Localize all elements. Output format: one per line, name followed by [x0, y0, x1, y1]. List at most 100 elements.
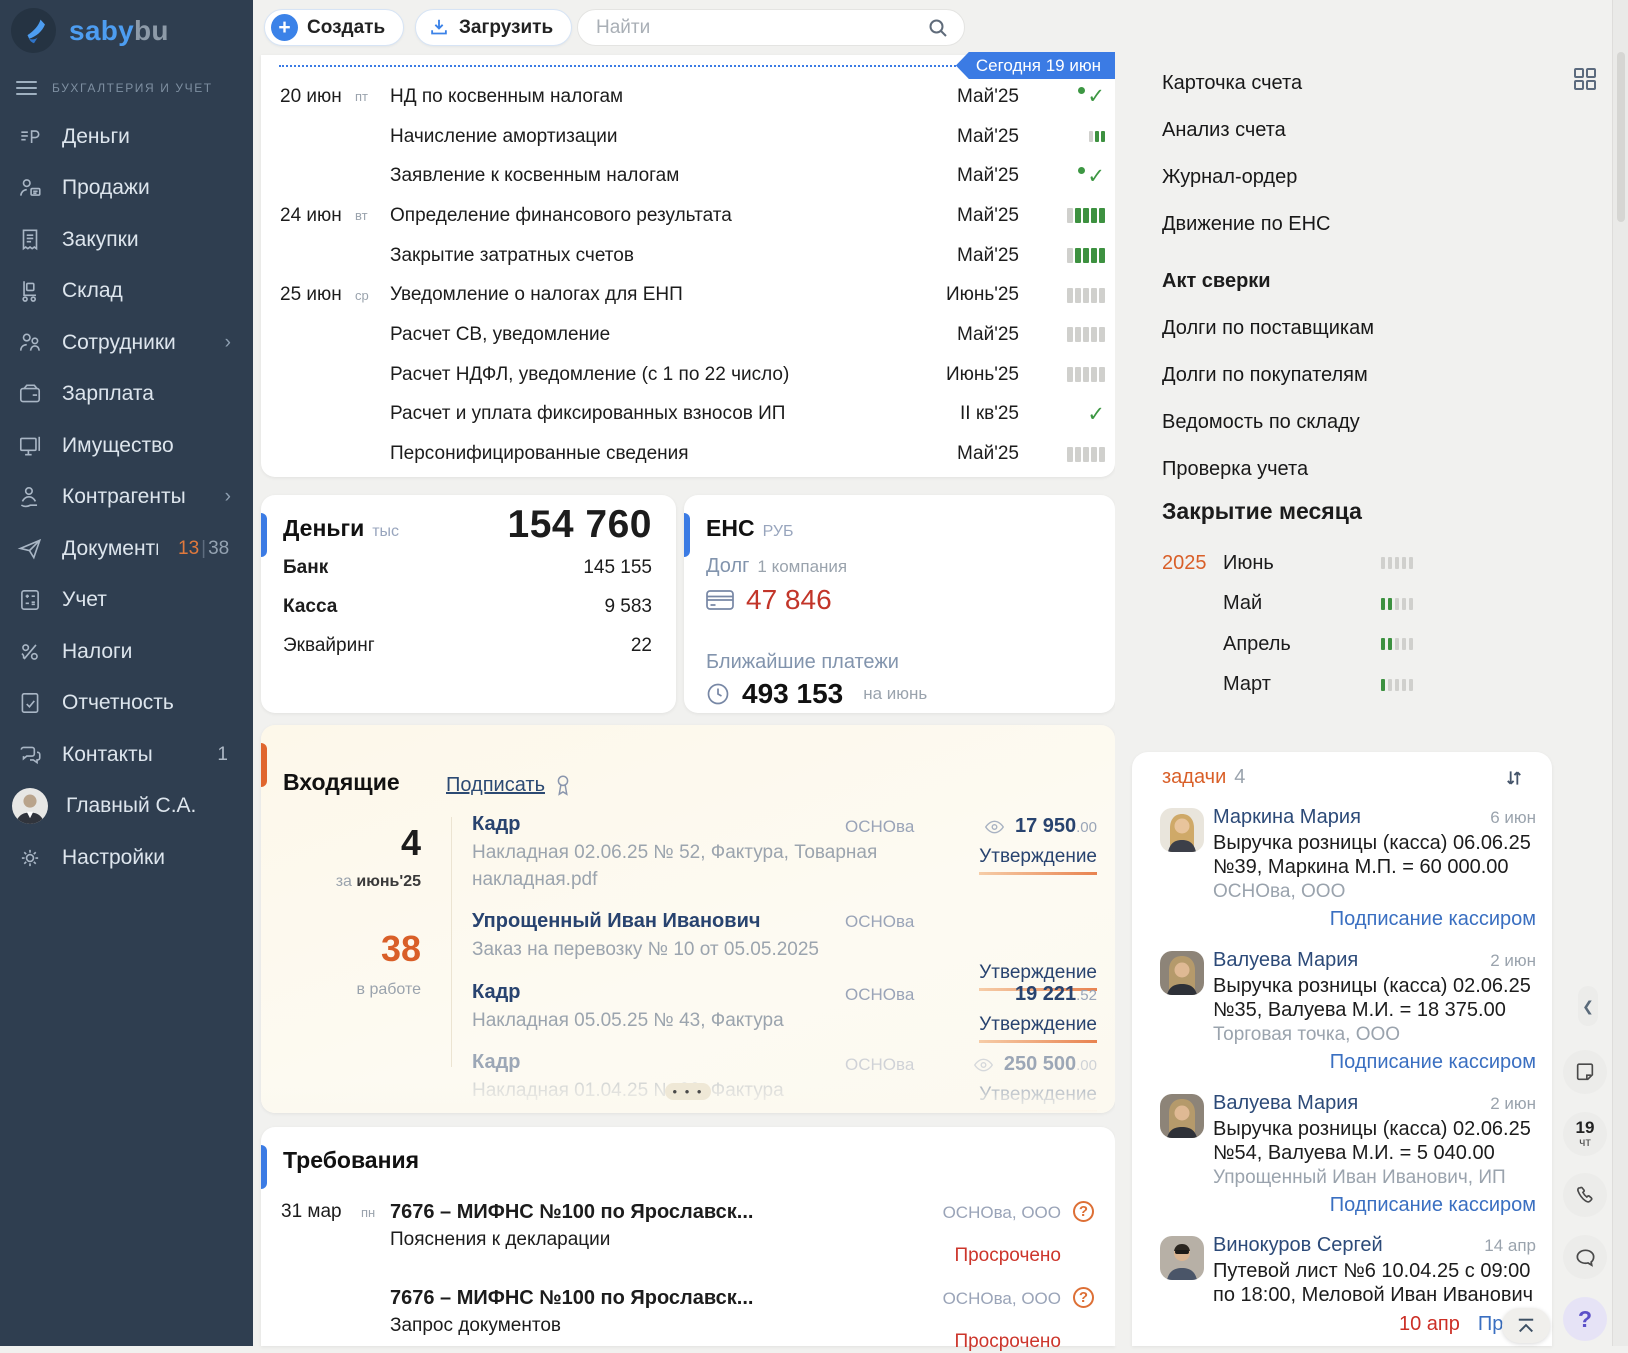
report-link-ens-movement[interactable]: Движение по ЕНС [1162, 213, 1374, 236]
help-button[interactable]: ? [1563, 1297, 1607, 1341]
report-link-account-analysis[interactable]: Анализ счета [1162, 119, 1374, 142]
money-row-bank[interactable]: Банк145 155 [283, 557, 652, 579]
contacts-count: 1 [217, 744, 228, 766]
calendar-task-row[interactable]: Персонифицированные сведения Май'25 [261, 434, 1115, 474]
panel-collapse-chevron[interactable]: ❮ [1578, 986, 1598, 1026]
today-badge[interactable]: Сегодня 19 июн [956, 52, 1115, 79]
scrollbar-thumb[interactable] [1617, 52, 1625, 222]
receipt-icon [16, 227, 44, 253]
app-logo[interactable]: sabybu [0, 0, 253, 53]
report-link-buyer-debts[interactable]: Долги по покупателям [1162, 364, 1374, 387]
calendar-task-row[interactable]: Закрытие затратных счетов Май'25 [261, 236, 1115, 276]
sidebar-item-employees[interactable]: Сотрудники › [0, 317, 253, 369]
search-icon[interactable] [926, 16, 950, 40]
accounting-calendar-card: Сегодня 19 июн 20 июнпт НД по косвенным … [261, 55, 1115, 477]
sign-link[interactable]: Подписать [446, 773, 573, 797]
calendar-task-row[interactable]: Расчет СВ, уведомление Май'25 [261, 315, 1115, 355]
upload-button[interactable]: Загрузить [415, 9, 572, 46]
report-link-supplier-debts[interactable]: Долги по поставщикам [1162, 317, 1374, 340]
calendar-task-row[interactable]: 25 июнср Уведомление о налогах для ЕНП И… [261, 275, 1115, 315]
calendar-task-row[interactable]: Заявление к косвенным налогам Май'25 ✓ [261, 156, 1115, 196]
inbox-doc-row[interactable]: Кадр Накладная 02.06.25 № 52, Фактура, Т… [472, 813, 1097, 893]
approve-link[interactable]: Утверждение [979, 1084, 1097, 1113]
avatar[interactable] [1160, 951, 1204, 995]
sidebar-item-settings[interactable]: Настройки [0, 832, 253, 884]
month-close-row[interactable]: Март [1162, 665, 1562, 706]
ens-debt-row[interactable]: 47 846 [706, 584, 832, 616]
inbox-work-count[interactable]: 38 в работе [261, 931, 421, 999]
money-card[interactable]: Деньгитыс 154 760 Банк145 155 Касса9 583… [261, 495, 676, 713]
sidebar-item-warehouse[interactable]: Склад [0, 266, 253, 318]
question-status-icon[interactable]: ? [1073, 1287, 1094, 1308]
menu-burger-icon[interactable] [16, 77, 37, 99]
month-close-row[interactable]: Май [1162, 584, 1562, 625]
sidebar-item-partners[interactable]: Контрагенты › [0, 472, 253, 524]
money-row-cash[interactable]: Касса9 583 [283, 596, 652, 618]
inbox-doc-row[interactable]: Кадр Накладная 05.05.25 № 43, Фактура ОС… [472, 981, 1097, 1034]
download-icon [428, 17, 450, 39]
sidebar-item-accounting[interactable]: Учет [0, 575, 253, 627]
eye-icon[interactable] [973, 1057, 994, 1073]
inbox-doc-row[interactable]: Упрощенный Иван Иванович Заказ на перево… [472, 910, 1097, 963]
search-input[interactable] [596, 17, 926, 39]
inbox-new-count[interactable]: 4 за июнь'25 [261, 825, 421, 891]
sidebar-item-purchases[interactable]: Закупки [0, 214, 253, 266]
report-link-account-card[interactable]: Карточка счета [1162, 72, 1374, 95]
sidebar-item-money[interactable]: Деньги [0, 111, 253, 163]
sort-icon[interactable] [1504, 768, 1524, 788]
report-link-accounting-check[interactable]: Проверка учета [1162, 458, 1374, 481]
avatar[interactable] [1160, 808, 1204, 852]
calendar-task-row[interactable]: Расчет и уплата фиксированных взносов ИП… [261, 395, 1115, 435]
sidebar-item-sales[interactable]: Продажи [0, 163, 253, 215]
doc-amount: 19 221.52 [1015, 983, 1097, 1006]
sidebar-item-profile[interactable]: Главный С.А. [0, 781, 253, 833]
ens-upcoming-row[interactable]: 493 153 на июнь [706, 678, 927, 710]
money-row-acquiring[interactable]: Эквайринг22 [283, 635, 652, 657]
demand-row[interactable]: 7676 – МИФНС №100 по Ярославск... Запрос… [281, 1287, 1097, 1337]
report-group-reconciliation[interactable]: Акт сверки [1162, 270, 1374, 293]
calendar-task-row[interactable]: 20 июнпт НД по косвенным налогам Май'25 … [261, 77, 1115, 117]
ens-upcoming-note: на июнь [863, 684, 927, 704]
phone-button[interactable] [1563, 1173, 1607, 1217]
sidebar-item-documents[interactable]: Документы 13|38 [0, 523, 253, 575]
org-label: ОСНОва, ООО [943, 1289, 1061, 1309]
avatar[interactable] [1160, 1236, 1204, 1280]
month-close-row[interactable]: Апрель [1162, 624, 1562, 665]
sidebar-item-salary[interactable]: Зарплата [0, 369, 253, 421]
create-button[interactable]: + Создать [264, 9, 404, 46]
question-status-icon[interactable]: ? [1073, 1201, 1094, 1222]
scrollbar[interactable] [1612, 0, 1628, 1346]
chat-button[interactable] [1563, 1235, 1607, 1279]
scroll-to-top-button[interactable] [1502, 1308, 1550, 1343]
eye-icon[interactable] [984, 819, 1005, 835]
notes-button[interactable] [1563, 1050, 1607, 1094]
search-field[interactable] [577, 9, 965, 46]
inbox-doc-row[interactable]: Кадр Накладная 01.04.25 № 30, Фактура ОС… [472, 1051, 1097, 1104]
grid-view-icon[interactable] [1572, 66, 1598, 92]
task-item[interactable]: Валуева Мария2 июн Выручка розницы (касс… [1160, 949, 1536, 1074]
task-action-link[interactable]: Подписание кассиром [1213, 1194, 1536, 1217]
calendar-day-button[interactable]: 19 чт [1563, 1112, 1607, 1156]
sidebar-item-reporting[interactable]: Отчетность [0, 678, 253, 730]
report-link-journal-order[interactable]: Журнал-ордер [1162, 166, 1374, 189]
task-item[interactable]: Винокуров Сергей14 апр Путевой лист №6 1… [1160, 1234, 1536, 1336]
demand-row[interactable]: 31 мар пн 7676 – МИФНС №100 по Ярославск… [281, 1201, 1097, 1251]
task-item[interactable]: Маркина Мария6 июн Выручка розницы (касс… [1160, 806, 1536, 931]
task-item[interactable]: Валуева Мария2 июн Выручка розницы (касс… [1160, 1092, 1536, 1217]
task-action-link[interactable]: Подписание кассиром [1213, 908, 1536, 931]
calendar-task-row[interactable]: Начисление амортизации Май'25 [261, 117, 1115, 157]
calendar-task-row[interactable]: 24 июнвт Определение финансового результ… [261, 196, 1115, 236]
month-close-row[interactable]: 2025 Июнь [1162, 543, 1562, 584]
report-link-warehouse-sheet[interactable]: Ведомость по складу [1162, 411, 1374, 434]
avatar[interactable] [1160, 1094, 1204, 1138]
sidebar-item-taxes[interactable]: Налоги [0, 626, 253, 678]
approve-link[interactable]: Утверждение [979, 1014, 1097, 1043]
show-more-button[interactable]: • • • [665, 1083, 711, 1100]
task-action-link[interactable]: Подписание кассиром [1213, 1051, 1536, 1074]
approve-link[interactable]: Утверждение [979, 846, 1097, 875]
calendar-task-row[interactable]: Расчет НДФЛ, уведомление (с 1 по 22 числ… [261, 355, 1115, 395]
sidebar-item-contacts[interactable]: Контакты 1 [0, 729, 253, 781]
sidebar-item-property[interactable]: Имущество [0, 420, 253, 472]
ens-card[interactable]: ЕНСРУБ Долг1 компания 47 846 Ближайшие п… [684, 495, 1115, 713]
month-close-title: Закрытие месяца [1162, 498, 1562, 525]
